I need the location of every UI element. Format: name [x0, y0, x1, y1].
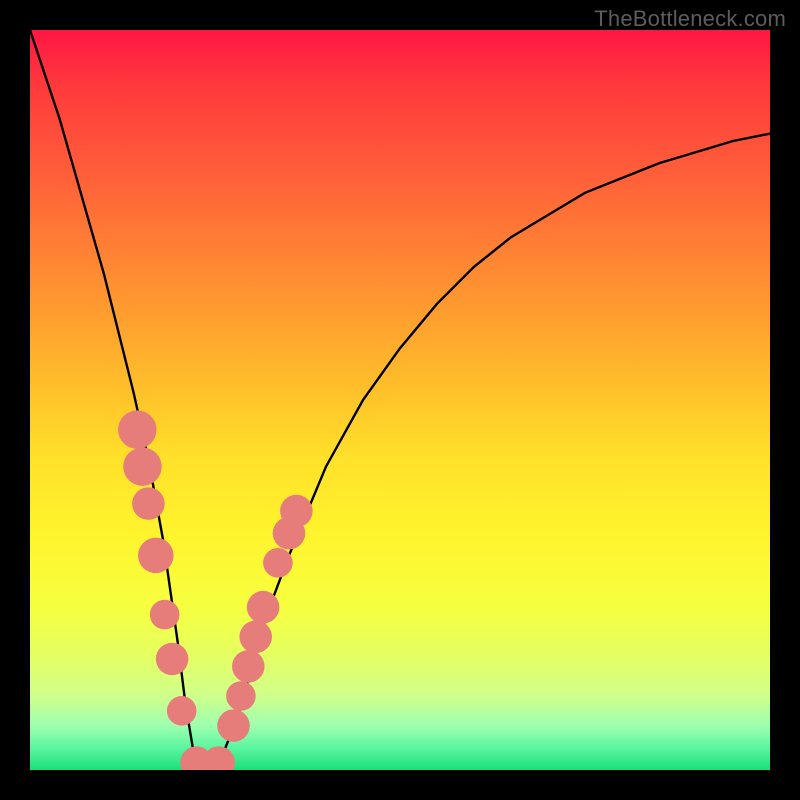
chart-frame: TheBottleneck.com: [0, 0, 800, 800]
curve-marker: [280, 495, 313, 528]
curve-marker: [232, 650, 265, 683]
watermark-text: TheBottleneck.com: [594, 6, 786, 32]
bottleneck-curve: [30, 30, 770, 770]
chart-svg: [30, 30, 770, 770]
curve-marker: [118, 410, 156, 448]
curve-marker: [247, 591, 280, 624]
curve-marker: [150, 600, 180, 630]
plot-area: [30, 30, 770, 770]
curve-marker: [167, 696, 197, 726]
curve-marker: [123, 447, 161, 485]
curve-marker: [217, 709, 250, 742]
curve-marker: [239, 621, 272, 654]
curve-marker: [202, 746, 235, 770]
curve-marker: [263, 548, 293, 578]
marker-group: [118, 410, 313, 770]
curve-marker: [132, 487, 165, 520]
curve-marker: [138, 538, 174, 574]
curve-marker: [156, 643, 189, 676]
curve-marker: [226, 681, 256, 711]
